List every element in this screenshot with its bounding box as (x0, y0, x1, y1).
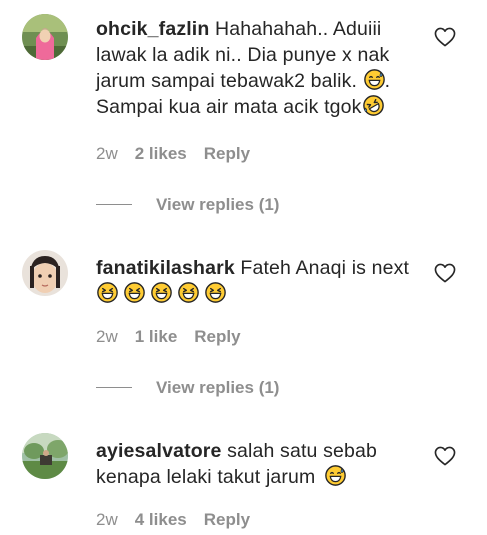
comment-username[interactable]: ohcik_fazlin (96, 18, 209, 40)
user-avatar-girl-hijab-icon[interactable] (22, 14, 68, 60)
comment-username[interactable]: fanatikilashark (96, 257, 235, 279)
like-heart-icon[interactable] (434, 263, 456, 283)
divider-line (96, 204, 132, 205)
grinning-squinting-face-emoji (151, 282, 172, 303)
grinning-squinting-face-emoji (178, 282, 199, 303)
grinning-squinting-face-emoji (124, 282, 145, 303)
comment-body: ayiesalvatore salah satu sebab kenapa le… (96, 438, 418, 490)
reply-button[interactable]: Reply (194, 327, 240, 347)
reply-button[interactable]: Reply (204, 510, 250, 530)
comment-timestamp: 2w (96, 510, 118, 529)
rolling-on-floor-laughing-emoji (363, 95, 384, 116)
comment-body: ohcik_fazlin Hahahahah.. Aduiii lawak la… (96, 16, 418, 120)
user-avatar-child-icon[interactable] (22, 250, 68, 296)
grinning-squinting-face-emoji (205, 282, 226, 303)
view-replies-button[interactable]: View replies (1) (96, 195, 279, 215)
comment-likes-count[interactable]: 4 likes (135, 510, 187, 530)
comment-text: Fateh Anaqi is next (240, 257, 410, 279)
comment-meta: 2w 4 likes Reply (96, 510, 250, 530)
grinning-squinting-face-emoji (97, 282, 118, 303)
comment-likes-count[interactable]: 2 likes (135, 144, 187, 164)
comment-likes-count[interactable]: 1 like (135, 327, 178, 347)
user-avatar-outdoor-icon[interactable] (22, 433, 68, 479)
view-replies-button[interactable]: View replies (1) (96, 378, 279, 398)
reply-button[interactable]: Reply (204, 144, 250, 164)
divider-line (96, 387, 132, 388)
comment-username[interactable]: ayiesalvatore (96, 440, 222, 462)
comment-meta: 2w 2 likes Reply (96, 144, 250, 164)
grinning-sweat-face-emoji (364, 69, 385, 90)
comment-timestamp: 2w (96, 144, 118, 163)
comment-meta: 2w 1 like Reply (96, 327, 241, 347)
view-replies-label: View replies (1) (156, 378, 280, 397)
grinning-sweat-face-emoji (325, 465, 346, 486)
comment-timestamp: 2w (96, 327, 118, 346)
view-replies-label: View replies (1) (156, 195, 280, 214)
like-heart-icon[interactable] (434, 27, 456, 47)
comment-body: fanatikilashark Fateh Anaqi is next (96, 255, 418, 307)
like-heart-icon[interactable] (434, 446, 456, 466)
